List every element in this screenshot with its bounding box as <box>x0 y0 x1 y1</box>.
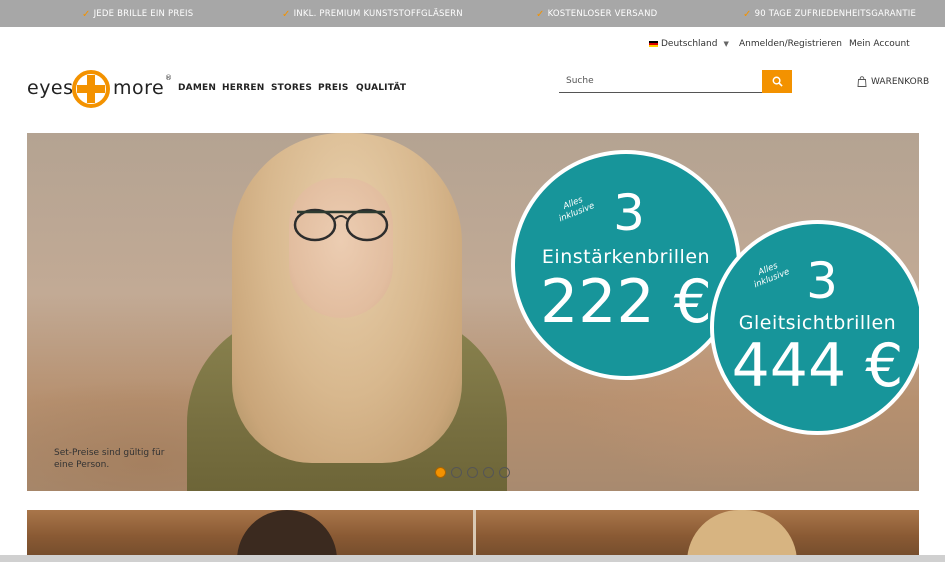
country-label: Deutschland <box>661 39 718 49</box>
nav-item-preis[interactable]: PREIS <box>318 83 349 93</box>
usp-text: JEDE BRILLE EIN PREIS <box>93 9 194 19</box>
offer-count: 3 <box>806 252 838 310</box>
offer-count: 3 <box>613 184 645 242</box>
nav-item-qualitaet[interactable]: QUALITÄT <box>356 83 406 93</box>
registered-mark: ® <box>165 74 172 82</box>
logo-text-left: eyes <box>27 77 74 99</box>
search-button[interactable] <box>762 70 792 93</box>
offer-price: 222 € <box>540 267 712 337</box>
german-flag-icon <box>649 40 658 47</box>
carousel-dot[interactable] <box>499 467 510 478</box>
check-icon: ✓ <box>82 8 91 20</box>
carousel-dot[interactable] <box>483 467 494 478</box>
price-disclaimer: Set-Preise sind gültig für eine Person. <box>54 448 165 470</box>
carousel-dot[interactable] <box>451 467 462 478</box>
nav-item-stores[interactable]: STORES <box>271 83 312 93</box>
usp-item: ✓ INKL. PREMIUM KUNSTSTOFFGLÄSERN <box>282 9 463 19</box>
hero-banner[interactable]: Set-Preise sind gültig für eine Person. … <box>27 133 919 491</box>
offer-badge-single-vision[interactable]: Alles inklusive 3 Einstärkenbrillen 222 … <box>511 150 741 380</box>
offer-badge-progressive[interactable]: Alles inklusive 3 Gleitsichtbrillen 444 … <box>710 220 919 435</box>
carousel-dot[interactable] <box>435 467 446 478</box>
usp-bar: ✓ JEDE BRILLE EIN PREIS ✓ INKL. PREMIUM KU… <box>0 0 945 27</box>
search-input[interactable]: Suche <box>559 70 763 93</box>
usp-item: ✓ 90 TAGE ZUFRIEDENHEITSGARANTIE <box>743 9 916 19</box>
cart-label: WARENKORB <box>871 76 930 87</box>
country-selector[interactable]: Deutschland ▼ <box>649 39 729 49</box>
offer-price: 444 € <box>731 331 904 401</box>
horizontal-scrollbar[interactable] <box>0 555 945 562</box>
logo-text-right: more <box>113 77 165 99</box>
caret-down-icon: ▼ <box>723 40 729 48</box>
logo-plus-circle-icon <box>72 70 110 108</box>
search-icon <box>772 76 783 87</box>
my-account-link[interactable]: Mein Account <box>849 39 910 49</box>
usp-text: INKL. PREMIUM KUNSTSTOFFGLÄSERN <box>293 9 463 19</box>
eyes-more-logo[interactable]: eyes more ® <box>27 66 172 112</box>
check-icon: ✓ <box>282 8 291 20</box>
carousel-dot[interactable] <box>467 467 478 478</box>
usp-item: ✓ KOSTENLOSER VERSAND <box>536 9 657 19</box>
nav-item-damen[interactable]: DAMEN <box>178 83 216 93</box>
glasses-image <box>293 208 389 242</box>
offer-type: Einstärkenbrillen <box>541 246 711 268</box>
check-icon: ✓ <box>743 8 752 20</box>
usp-item: ✓ JEDE BRILLE EIN PREIS <box>82 9 193 19</box>
shopping-bag-icon <box>857 76 867 87</box>
all-inclusive-note: Alles inklusive <box>557 194 597 225</box>
nav-item-herren[interactable]: HERREN <box>222 83 264 93</box>
all-inclusive-note: Alles inklusive <box>752 260 792 291</box>
carousel-pagination <box>435 467 510 478</box>
usp-text: KOSTENLOSER VERSAND <box>547 9 658 19</box>
usp-text: 90 TAGE ZUFRIEDENHEITSGARANTIE <box>754 9 917 19</box>
check-icon: ✓ <box>536 8 545 20</box>
cart-link[interactable]: WARENKORB <box>857 76 929 87</box>
login-register-link[interactable]: Anmelden/Registrieren <box>739 39 842 49</box>
model-face-image <box>289 178 393 318</box>
